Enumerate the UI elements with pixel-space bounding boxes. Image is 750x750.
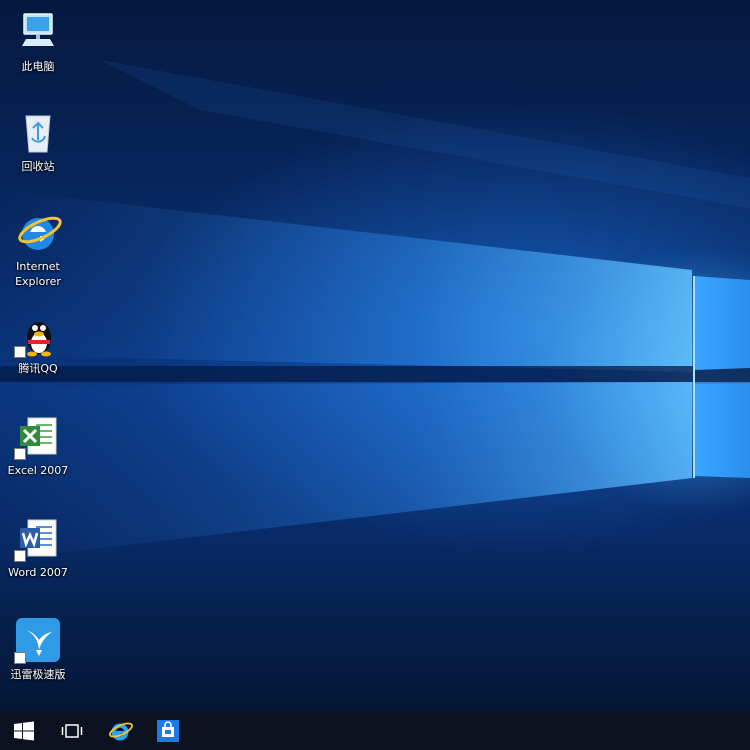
task-view-button[interactable]: [48, 712, 96, 750]
lower-light-beam: [0, 382, 692, 560]
desktop-icon-label: 回收站: [21, 160, 55, 173]
taskbar-store-button[interactable]: [144, 712, 192, 750]
desktop-icon-excel[interactable]: Excel 2007: [2, 412, 74, 478]
desktop-icon-label: Word 2007: [8, 566, 68, 579]
desktop-icon-label: 迅雷极速版: [10, 668, 66, 681]
recycle-bin-icon: [14, 108, 62, 156]
computer-icon: [14, 8, 62, 56]
desktop-icon-label: 此电脑: [21, 60, 55, 73]
desktop-icon-qq[interactable]: 腾讯QQ: [2, 310, 74, 376]
xunlei-icon: [14, 616, 62, 664]
desktop-icon-recycle-bin[interactable]: 回收站: [2, 108, 74, 174]
upper-light-beam: [0, 190, 692, 372]
window-pane-lower: [694, 383, 750, 478]
shortcut-arrow-icon: [14, 550, 26, 562]
desktop-icon-xunlei[interactable]: 迅雷极速版: [2, 616, 74, 682]
store-icon: [157, 720, 179, 742]
taskbar: [0, 712, 750, 750]
shortcut-arrow-icon: [14, 652, 26, 664]
taskbar-internet-explorer-button[interactable]: [96, 712, 144, 750]
windows-10-wallpaper: [0, 60, 750, 560]
internet-explorer-icon: [14, 208, 62, 256]
shortcut-arrow-icon: [14, 346, 26, 358]
qq-icon: [14, 310, 62, 358]
internet-explorer-icon: [109, 722, 133, 741]
excel-icon: [14, 412, 62, 460]
window-crossbar: [0, 366, 750, 382]
desktop-icon-internet-explorer[interactable]: Internet Explorer: [2, 208, 74, 289]
window-pane-upper: [694, 276, 750, 370]
start-button[interactable]: [0, 712, 48, 750]
desktop[interactable]: 此电脑 回收站 Internet Explorer 腾讯QQ Excel 200…: [0, 0, 750, 712]
desktop-icon-label: Excel 2007: [7, 464, 69, 477]
word-icon: [14, 514, 62, 562]
desktop-icon-word[interactable]: Word 2007: [2, 514, 74, 580]
desktop-icon-label: 腾讯QQ: [18, 362, 58, 375]
top-light-streak: [100, 60, 750, 209]
desktop-icon-label: Internet Explorer: [15, 260, 61, 288]
task-view-icon: [61, 724, 83, 738]
desktop-icon-this-pc[interactable]: 此电脑: [2, 8, 74, 74]
windows-start-icon: [14, 721, 34, 741]
shortcut-arrow-icon: [14, 448, 26, 460]
